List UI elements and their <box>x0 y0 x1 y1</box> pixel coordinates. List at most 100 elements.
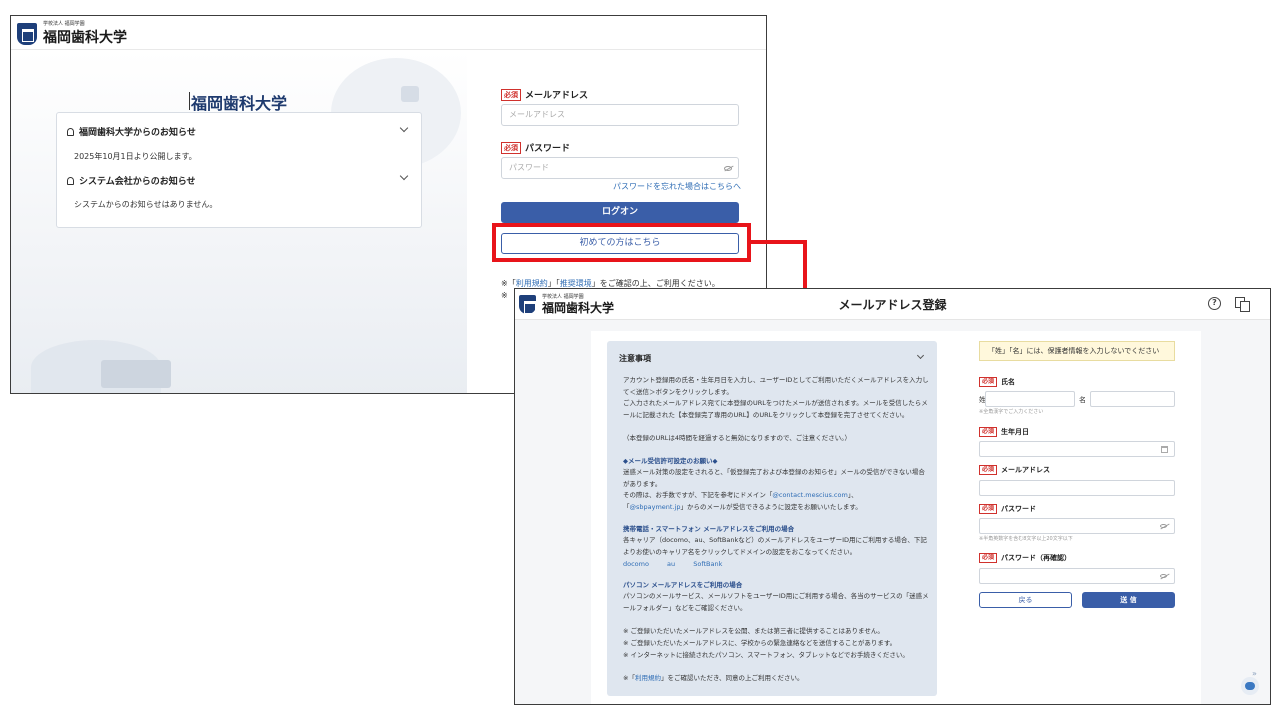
guardian-warning: 「姓」「名」には、保護者情報を入力しないでください <box>979 341 1175 361</box>
submit-button[interactable]: 送 信 <box>1082 592 1175 608</box>
email-label: 必須 メールアドレス <box>501 88 588 101</box>
login-header: 学校法人 福岡学園 福岡歯科大学 <box>11 16 766 50</box>
footnote-3: ※ インターネットに接続されたパソコン、スマートフォン、タブレットなどでお手続き… <box>623 651 909 659</box>
section-pc-title: パソコン メールアドレスをご利用の場合 <box>623 581 743 589</box>
given-name-label: 名 <box>1079 396 1086 404</box>
notice-box: 福岡歯科大学からのお知らせ 2025年10月1日より公開します。 システム会社か… <box>56 112 422 228</box>
logo-title: 福岡歯科大学 <box>43 30 127 46</box>
password-hint: ※半角英数字を含む8文字以上20文字以下 <box>979 536 1073 542</box>
name-label-text: 氏名 <box>1001 378 1016 386</box>
section-mobile-title: 携帯電話・スマートフォン メールアドレスをご利用の場合 <box>623 525 795 533</box>
required-badge: 必須 <box>979 465 998 475</box>
name-label: 必須 氏名 <box>979 377 1015 387</box>
domain-text-b: 」、 <box>847 491 858 499</box>
terms-mid: 」「 <box>547 279 560 288</box>
chevron-down-icon[interactable] <box>916 351 925 360</box>
required-badge: 必須 <box>501 142 521 154</box>
password-label-text: パスワード <box>525 144 571 154</box>
environment-link[interactable]: 推奨環境 <box>560 279 592 288</box>
notice-heading-university[interactable]: 福岡歯科大学からのお知らせ <box>67 125 196 138</box>
required-badge: 必須 <box>979 427 998 437</box>
eye-off-icon[interactable] <box>724 166 732 171</box>
notice-heading-text: システム会社からのお知らせ <box>79 177 196 187</box>
notice-pane: 福岡歯科大学 福岡歯科大学からのお知らせ 2025年10月1日より公開します。 … <box>11 50 467 393</box>
registration-header: 学校法人 福岡学園 福岡歯科大学 メールアドレス登録 ? <box>515 289 1270 320</box>
notice-panel: 注意事項 アカウント登録用の氏名・生年月日を入力し、ユーザーIDとしてご利用いた… <box>607 341 937 696</box>
carrier-link-docomo[interactable]: docomo <box>623 560 649 568</box>
chevron-down-icon[interactable] <box>399 123 409 133</box>
books-illustration-icon <box>101 360 171 388</box>
given-name-input[interactable] <box>1090 391 1175 407</box>
support-chat-icon[interactable] <box>1241 677 1259 695</box>
help-icon[interactable]: ? <box>1208 297 1221 310</box>
email-input[interactable] <box>979 480 1175 496</box>
domain-text-d: 」からのメールが受信できるように設定をお願いいたします。 <box>680 503 862 511</box>
section-mail-permission-domain-2: 「@sbpayment.jp」からのメールが受信できるように設定をお願いいたしま… <box>623 502 929 514</box>
password-confirm-input[interactable] <box>979 568 1175 584</box>
terms-prefix: ※「 <box>501 279 516 288</box>
section-pc-text: パソコンのメールサービス、メールソフトをユーザーID用にご利用する場合、各当のサ… <box>623 592 929 612</box>
email-field[interactable]: メールアドレス <box>501 104 739 126</box>
language-icon[interactable] <box>1235 297 1250 312</box>
eye-off-icon[interactable] <box>1160 574 1167 578</box>
section-mail-permission-text: 迷惑メール対策の設定をされると、「仮登録完了および本登録のお知らせ」メールの受信… <box>623 468 925 488</box>
footnote-2: ※ ご登録いただいたメールアドレスに、学校からの緊急連絡などを送信することがあり… <box>623 639 897 647</box>
notice-heading-system[interactable]: システム会社からのお知らせ <box>67 174 196 187</box>
calendar-icon[interactable] <box>1161 446 1168 453</box>
carrier-link-softbank[interactable]: SoftBank <box>693 560 722 568</box>
chevron-down-icon[interactable] <box>399 171 409 181</box>
birthdate-label-text: 生年月日 <box>1001 428 1030 436</box>
required-badge: 必須 <box>979 553 998 563</box>
password-confirm-label-text: パスワード（再確認） <box>1001 554 1072 562</box>
password-label: 必須 パスワード <box>501 141 570 154</box>
name-hint: ※全角漢字でご入力ください <box>979 409 1044 415</box>
section-mail-permission-title: ◆メール受信許可設定のお願い◆ <box>623 457 718 465</box>
section-mobile-text: 各キャリア（docomo、au、SoftBankなど）のメールアドレスをユーザー… <box>623 536 927 556</box>
domain-link-contact[interactable]: @contact.mescius.com <box>772 491 847 499</box>
footnote-4: ※「利用規約」をご確認いただき、同意の上ご利用ください。 <box>623 673 929 685</box>
bell-icon <box>67 128 74 136</box>
password-label-text: パスワード <box>1001 505 1037 513</box>
logo-subtitle: 学校法人 福岡学園 <box>43 21 85 27</box>
carrier-link-au[interactable]: au <box>667 560 675 568</box>
university-emblem-icon <box>17 23 37 45</box>
notice-heading-text: 福岡歯科大学からのお知らせ <box>79 128 196 138</box>
password-confirm-label: 必須 パスワード（再確認） <box>979 553 1071 563</box>
page-title: 福岡歯科大学 <box>190 94 287 113</box>
footnote-1: ※ ご登録いただいたメールアドレスを公開、または第三者に提供することはありません… <box>623 627 884 635</box>
eye-off-icon[interactable] <box>1160 524 1167 528</box>
section-mail-permission-domain-1: その際は、お手数ですが、下記を参考にドメイン「@contact.mescius.… <box>623 490 929 502</box>
terms-link[interactable]: 利用規約 <box>635 674 661 682</box>
notice-paragraph-2: ご入力されたメールアドレス宛てに本登録のURLをつけたメールが送信されます。メー… <box>623 399 928 419</box>
terms-notice-2: ※ <box>501 291 508 300</box>
back-button[interactable]: 戻る <box>979 592 1072 608</box>
password-label: 必須 パスワード <box>979 504 1036 514</box>
arrow-vertical <box>803 240 807 292</box>
birthdate-input[interactable] <box>979 441 1175 457</box>
domain-text-a: その際は、お手数ですが、下記を参考にドメイン「 <box>623 491 773 499</box>
email-label: 必須 メールアドレス <box>979 465 1050 475</box>
bell-icon <box>67 177 74 185</box>
required-badge: 必須 <box>979 377 998 387</box>
domain-link-sbpayment[interactable]: @sbpayment.jp <box>630 503 681 511</box>
email-label-text: メールアドレス <box>525 91 589 101</box>
surname-input[interactable] <box>985 391 1075 407</box>
notice-body-system: システムからのお知らせはありません。 <box>74 200 218 209</box>
forgot-password-link[interactable]: パスワードを忘れた場合はこちらへ <box>613 181 741 192</box>
page-title: メールアドレス登録 <box>838 298 947 312</box>
required-badge: 必須 <box>979 504 998 514</box>
footnote-4-a: ※「 <box>623 674 635 682</box>
terms-suffix: 」をご確認の上、ご利用ください。 <box>591 279 720 288</box>
password-input[interactable] <box>979 518 1175 534</box>
registration-screen: 学校法人 福岡学園 福岡歯科大学 メールアドレス登録 ? 注意事項 アカウント登… <box>514 288 1271 705</box>
footnote-4-b: 」をご確認いただき、同意の上ご利用ください。 <box>660 674 804 682</box>
required-badge: 必須 <box>501 89 521 101</box>
arrow-horizontal <box>751 240 807 244</box>
logon-button[interactable]: ログオン <box>501 202 739 223</box>
password-field[interactable]: パスワード <box>501 157 739 179</box>
terms-link[interactable]: 利用規約 <box>516 279 548 288</box>
email-label-text: メールアドレス <box>1001 466 1051 474</box>
notice-body-university: 2025年10月1日より公開します。 <box>74 152 197 161</box>
highlight-box <box>492 223 751 262</box>
carrier-links: docomo au SoftBank <box>623 559 929 571</box>
